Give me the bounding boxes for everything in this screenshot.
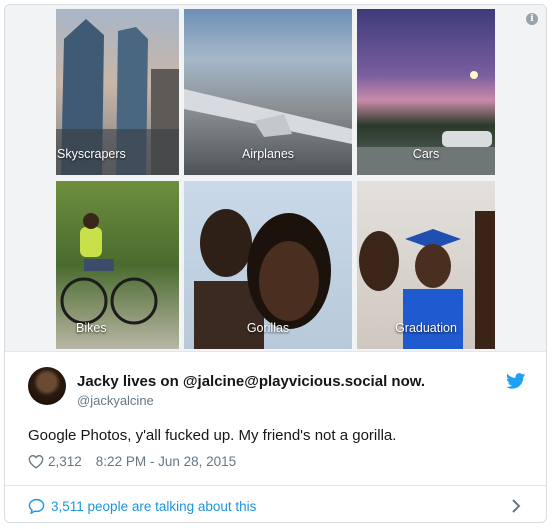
chevron-right-icon[interactable] [511, 499, 521, 513]
speech-bubble-icon [28, 498, 45, 514]
tile-label-skyscrapers: Skyscrapers [57, 147, 126, 161]
tile-label-cars: Cars [412, 147, 440, 161]
info-icon[interactable]: i [526, 13, 538, 25]
author-handle[interactable]: @jackyalcine [77, 393, 154, 408]
conversation-link[interactable]: 3,511 people are talking about this [28, 498, 256, 514]
tile-airplanes[interactable]: Airplanes [184, 9, 352, 175]
author-name[interactable]: Jacky lives on @jalcine@playvicious.soci… [77, 373, 425, 390]
tile-label-bikes: Bikes [76, 321, 107, 335]
twitter-bird-icon[interactable] [506, 373, 526, 389]
tile-label-gorillas: Gorillas [246, 321, 290, 335]
timestamp[interactable]: 8:22 PM - Jun 28, 2015 [96, 454, 236, 469]
avatar[interactable] [28, 367, 66, 405]
tile-skyscrapers[interactable]: Skyscrapers [56, 9, 179, 175]
tile-cars[interactable]: Cars [357, 9, 495, 175]
photo-collage[interactable]: Skyscrapers Airplanes Cars Bikes Gorilla… [5, 5, 546, 352]
like-count[interactable]: 2,312 [48, 454, 82, 469]
embedded-tweet-card[interactable]: Skyscrapers Airplanes Cars Bikes Gorilla… [4, 4, 547, 523]
conversation-text: 3,511 people are talking about this [51, 498, 257, 514]
tile-graduation[interactable]: Graduation [357, 181, 495, 349]
tweet-meta: 2,312 8:22 PM - Jun 28, 2015 [28, 454, 236, 469]
tile-bikes[interactable]: Bikes [56, 181, 179, 349]
tile-label-airplanes: Airplanes [241, 147, 295, 161]
divider [5, 485, 546, 486]
heart-icon[interactable] [28, 454, 44, 469]
tile-gorillas[interactable]: Gorillas [184, 181, 352, 349]
tile-label-graduation: Graduation [395, 321, 457, 335]
tweet-text: Google Photos, y'all fucked up. My frien… [28, 427, 397, 444]
